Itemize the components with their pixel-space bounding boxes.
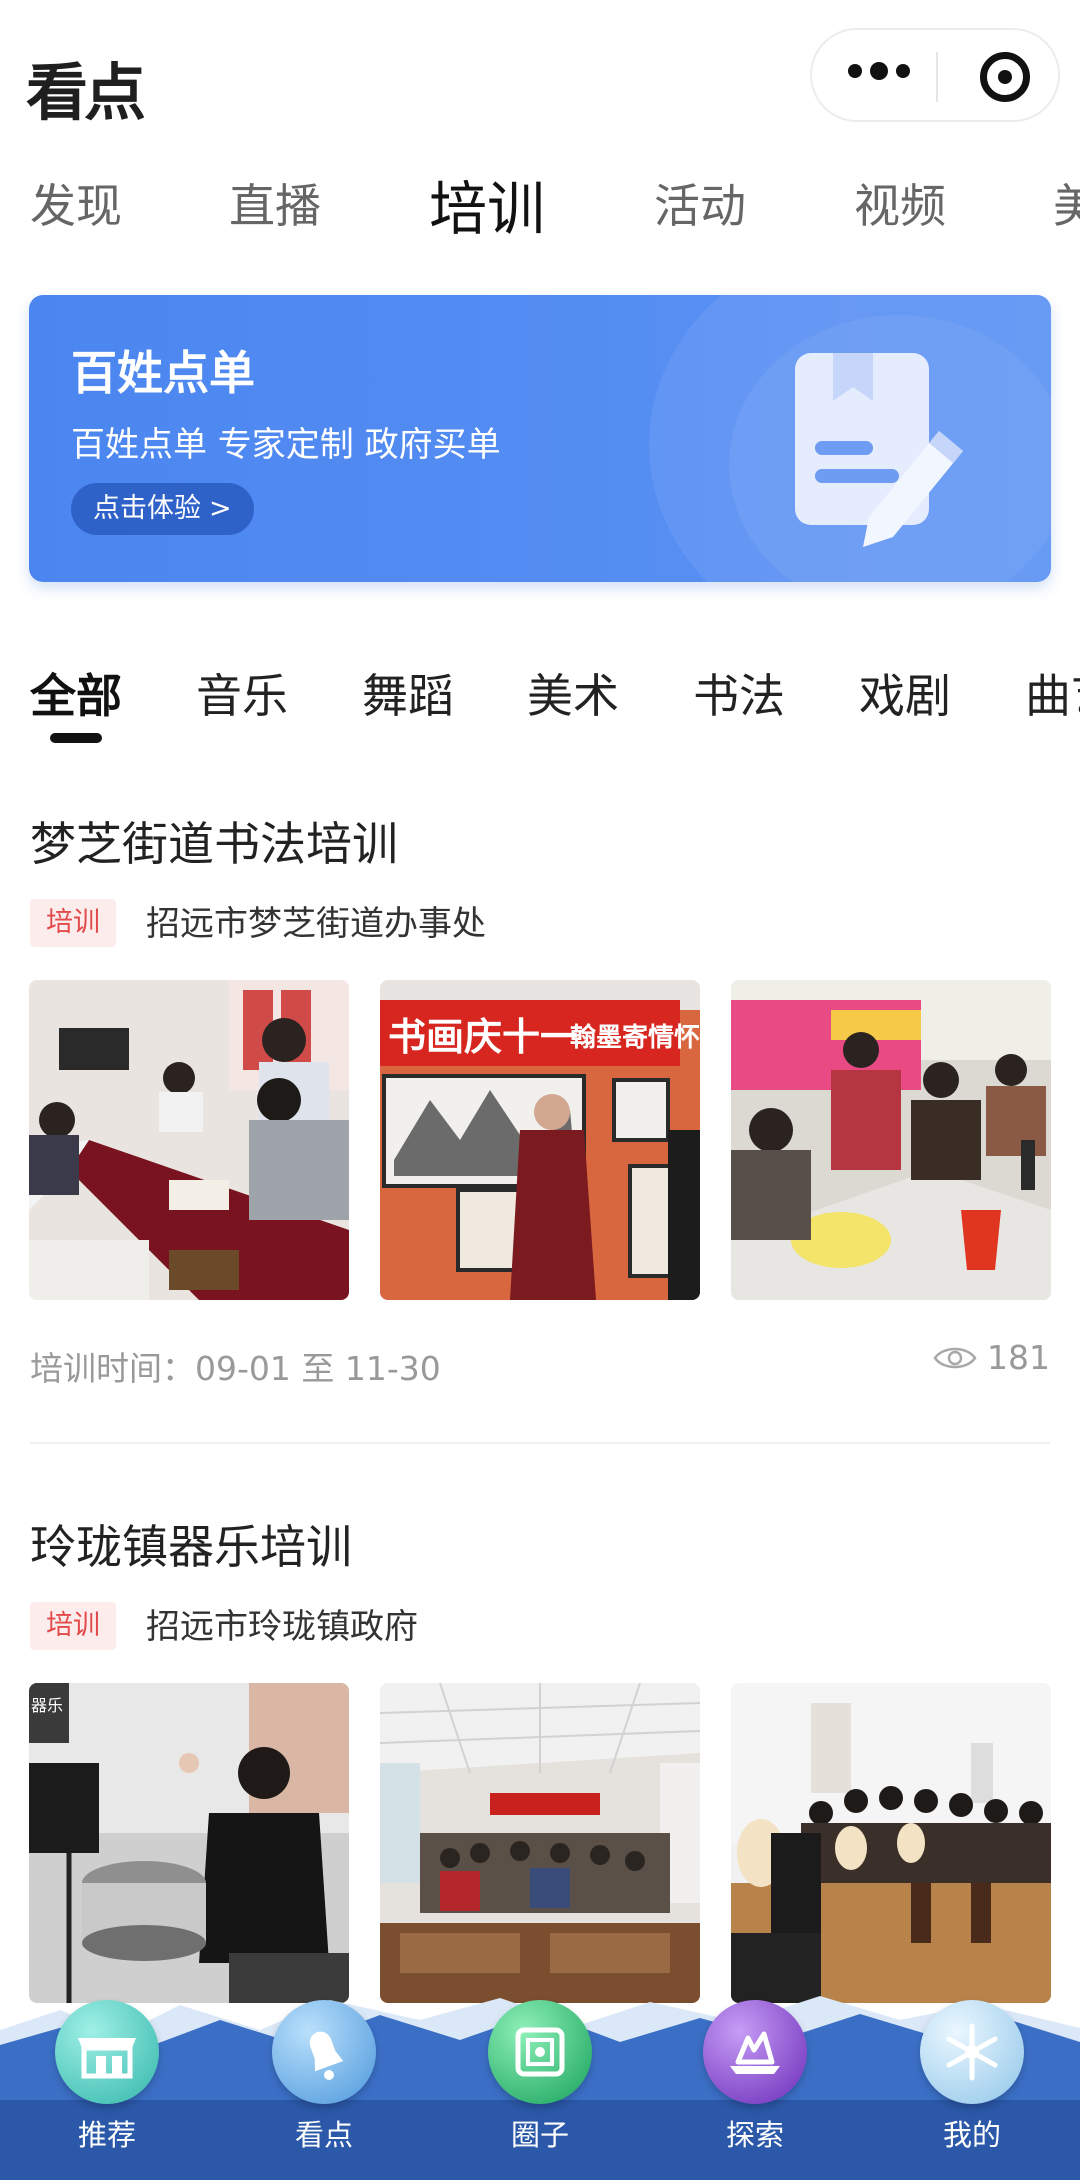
nav-label: 探索 [725, 2118, 784, 2152]
order-banner[interactable]: 百姓点单 百姓点单 专家定制 政府买单 点击体验 > [29, 295, 1051, 582]
organizer: 招远市玲珑镇政府 [146, 1607, 418, 1647]
nav-label: 我的 [942, 2118, 1001, 2152]
card-divider [30, 1442, 1050, 1444]
nav-label: 推荐 [77, 2118, 136, 2152]
card-photo[interactable]: 书画庆十一 翰墨寄情怀 [380, 980, 700, 1300]
photo-row: 书画庆十一 翰墨寄情怀 [29, 980, 1051, 1300]
bottom-tab-bar: 推荐 看点 圈子 探索 我的 [0, 1990, 1080, 2180]
card-title[interactable]: 玲珑镇器乐培训 [30, 1511, 352, 1577]
clipboard-pen-icon [795, 353, 963, 547]
capsule-divider [936, 52, 938, 102]
nav-explore[interactable]: 探索 [700, 2000, 810, 2154]
nav-recommend[interactable]: 推荐 [52, 2000, 162, 2154]
snowflake-icon [920, 2000, 1024, 2104]
try-now-label: 点击体验 [93, 493, 201, 524]
miniprogram-capsule [810, 28, 1060, 122]
bell-icon [272, 2000, 376, 2104]
organizer: 招远市梦芝街道办事处 [146, 904, 486, 944]
photo-banner-text-1: 书画庆十一 [388, 1015, 578, 1059]
banner-subtitle: 百姓点单 专家定制 政府买单 [71, 425, 501, 465]
card-photo[interactable] [731, 1683, 1051, 2003]
view-count-value: 181 [987, 1338, 1050, 1377]
tab-live[interactable]: 直播 [229, 170, 321, 236]
explore-icon [703, 2000, 807, 2104]
try-now-button[interactable]: 点击体验 > [71, 483, 254, 535]
shop-icon [55, 2000, 159, 2104]
card-photo[interactable]: 器乐 [29, 1683, 349, 2003]
training-time: 培训时间：09-01 至 11-30 [30, 1349, 441, 1388]
chevron-right-icon: > [209, 493, 232, 524]
card-photo[interactable] [380, 1683, 700, 2003]
nav-circle[interactable]: 圈子 [485, 2000, 595, 2154]
top-tab-bar: 发现 直播 培训 活动 视频 美 [0, 160, 1080, 240]
close-target-icon[interactable] [980, 52, 1030, 102]
category-drama[interactable]: 戏剧 [859, 660, 951, 726]
card-title[interactable]: 梦芝街道书法培训 [30, 808, 398, 874]
frame-icon [488, 2000, 592, 2104]
photo-sign-text: 器乐 [31, 1696, 63, 1715]
nav-mine[interactable]: 我的 [917, 2000, 1027, 2154]
nav-label: 圈子 [510, 2118, 569, 2152]
more-icon[interactable] [848, 62, 910, 80]
tab-activity[interactable]: 活动 [654, 170, 746, 236]
nav-label: 看点 [294, 2118, 353, 2152]
photo-row: 器乐 [29, 1683, 1051, 2003]
category-calligraphy[interactable]: 书法 [693, 660, 785, 726]
view-count: 181 [933, 1338, 1050, 1377]
app-header: 看点 [0, 0, 1080, 150]
eye-icon [933, 1347, 977, 1368]
category-active-indicator [50, 733, 102, 743]
category-art[interactable]: 美术 [527, 660, 619, 726]
tab-video[interactable]: 视频 [854, 170, 946, 236]
category-dance[interactable]: 舞蹈 [362, 660, 454, 726]
banner-title: 百姓点单 [71, 346, 255, 400]
category-all[interactable]: 全部 [30, 660, 122, 726]
tab-beauty[interactable]: 美 [1053, 170, 1080, 236]
category-quyi[interactable]: 曲艺 [1025, 660, 1080, 726]
category-music[interactable]: 音乐 [196, 660, 288, 726]
card-photo[interactable] [731, 980, 1051, 1300]
nav-highlights[interactable]: 看点 [269, 2000, 379, 2154]
tab-discover[interactable]: 发现 [30, 170, 122, 236]
tab-training[interactable]: 培训 [429, 162, 545, 240]
category-tab-bar: 全部 音乐 舞蹈 美术 书法 戏剧 曲艺 [0, 660, 1080, 750]
photo-banner-text-2: 翰墨寄情怀 [570, 1022, 700, 1053]
app-logo: 看点 [26, 56, 146, 129]
category-tag: 培训 [30, 899, 116, 947]
category-tag: 培训 [30, 1602, 116, 1650]
card-photo[interactable] [29, 980, 349, 1300]
